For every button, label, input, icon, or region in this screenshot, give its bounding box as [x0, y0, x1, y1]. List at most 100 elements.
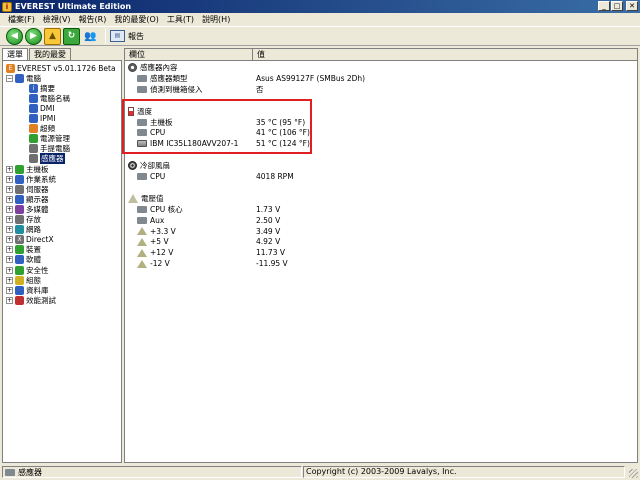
field-label: CPU [150, 128, 166, 138]
section-header[interactable]: 溫度 [125, 106, 637, 117]
tree-node-icon [15, 174, 24, 184]
tree-item[interactable]: + 多媒體 [6, 204, 49, 214]
tree-item[interactable]: DMI [20, 103, 54, 113]
tree-item[interactable]: + 安全性 [6, 265, 49, 275]
expander-icon[interactable]: + [6, 226, 13, 234]
data-row[interactable]: 感應器類型 Asus AS99127F (SMBus 2Dh) [125, 73, 637, 84]
maximize-button[interactable]: □ [611, 1, 623, 11]
data-row[interactable]: CPU 核心 1.73 V [125, 204, 637, 215]
chip-icon [137, 85, 147, 93]
close-button[interactable]: ✕ [626, 1, 638, 11]
tree-item[interactable]: + 顯示器 [6, 194, 49, 204]
menu-file[interactable]: 檔案(F) [4, 14, 39, 25]
forward-button[interactable]: ▶ [25, 27, 42, 45]
tree-item[interactable]: + 網路 [6, 225, 41, 235]
tree-item[interactable]: + 伺服器 [6, 184, 49, 194]
tree-node-icon [15, 164, 24, 174]
field-label: -12 V [150, 259, 170, 269]
field-value: 3.49 V [256, 226, 281, 236]
refresh-button[interactable]: ↻ [63, 27, 80, 45]
data-row[interactable]: CPU 4018 RPM [125, 171, 637, 182]
expander-icon[interactable]: + [6, 286, 13, 294]
field-label: 偵測到機箱侵入 [150, 84, 203, 94]
tree-item[interactable]: IPMI [20, 114, 55, 124]
tree-item[interactable]: + 存放 [6, 215, 41, 225]
section-header[interactable]: 感應器內容 [125, 62, 637, 73]
data-row[interactable]: -12 V -11.95 V [125, 258, 637, 269]
sensor-icon [5, 468, 15, 476]
tree-item[interactable]: + 主機板 [6, 164, 49, 174]
report-button[interactable]: ▤ 報告 [110, 30, 144, 42]
field-value: 35 °C (95 °F) [256, 117, 306, 127]
expander-icon[interactable]: + [6, 276, 13, 284]
expander-icon[interactable]: + [6, 195, 13, 203]
field-value: 1.73 V [256, 204, 281, 214]
expander-icon[interactable]: + [6, 205, 13, 213]
field-label: +5 V [150, 237, 169, 247]
data-row[interactable]: 偵測到機箱侵入 否 [125, 84, 637, 95]
tree-item[interactable]: + 效能測試 [6, 295, 56, 305]
tree-item[interactable]: + X DirectX [6, 235, 54, 245]
tree-item[interactable]: E EVEREST v5.01.1726 Beta [6, 63, 116, 73]
field-label: 感應器類型 [150, 73, 188, 83]
chip-icon [137, 74, 147, 82]
users-button[interactable]: 👥 [82, 27, 99, 45]
menu-help[interactable]: 說明(H) [198, 14, 234, 25]
tree-item[interactable]: + 作業系統 [6, 174, 56, 184]
arrow-left-icon: ◀ [11, 31, 18, 41]
warn-icon [137, 237, 147, 246]
tree-node-icon [15, 194, 24, 204]
menu-view[interactable]: 檢視(V) [39, 14, 75, 25]
data-row[interactable]: Aux 2.50 V [125, 215, 637, 226]
app-icon[interactable]: i [2, 1, 12, 12]
tree-item[interactable]: 手提電腦 [20, 144, 70, 154]
tree-item[interactable]: 電腦名稱 [20, 93, 70, 103]
column-header-value[interactable]: 值 [253, 49, 637, 61]
expander-icon[interactable]: + [6, 236, 13, 244]
tree-item[interactable]: 感應器 [20, 153, 65, 165]
data-row[interactable]: 主機板 35 °C (95 °F) [125, 117, 637, 128]
data-row[interactable]: CPU 41 °C (106 °F) [125, 127, 637, 138]
tree-node-icon [15, 275, 24, 285]
expander-icon[interactable]: + [6, 216, 13, 223]
data-row[interactable]: IBM IC35L180AVV207-1 51 °C (124 °F) [125, 138, 637, 149]
tree-item[interactable]: + 軟體 [6, 255, 41, 265]
tree-item[interactable]: 電源管理 [20, 134, 70, 144]
tab-favorites[interactable]: 我的最愛 [29, 48, 71, 60]
expander-icon[interactable]: + [6, 266, 13, 274]
expander-icon[interactable]: − [6, 74, 13, 82]
expander-icon[interactable]: + [6, 165, 13, 173]
chip-icon [137, 129, 147, 137]
column-header-field[interactable]: 欄位 [125, 49, 253, 61]
up-button[interactable]: ▲ [44, 27, 61, 45]
tree-item[interactable]: i 摘要 [20, 83, 55, 93]
expander-icon[interactable]: + [6, 246, 13, 254]
section-header[interactable]: 電壓值 [125, 193, 637, 204]
tree-item[interactable]: 超頻 [20, 124, 55, 134]
menu-tools[interactable]: 工具(T) [163, 14, 198, 25]
resize-grip[interactable] [629, 469, 638, 478]
expander-icon[interactable]: + [6, 296, 13, 304]
section-header[interactable]: 冷卻風扇 [125, 160, 637, 171]
back-button[interactable]: ◀ [6, 27, 23, 45]
expander-icon[interactable]: + [6, 185, 13, 193]
data-row[interactable]: +12 V 11.73 V [125, 247, 637, 258]
menu-favorites[interactable]: 我的最愛(O) [110, 14, 163, 25]
tree-item[interactable]: + 組態 [6, 275, 41, 285]
expander-icon[interactable]: + [6, 175, 13, 183]
tree-item-label: DirectX [26, 235, 54, 245]
data-row[interactable]: +5 V 4.92 V [125, 236, 637, 247]
refresh-icon: ↻ [67, 31, 76, 41]
tree-item[interactable]: − 電腦 [6, 73, 41, 83]
tree-node-icon [15, 225, 24, 235]
fan-icon [128, 161, 137, 171]
tree-item[interactable]: + 裝置 [6, 245, 41, 255]
tree-item[interactable]: + 資料庫 [6, 285, 49, 295]
minimize-button[interactable]: _ [598, 1, 610, 11]
expander-icon[interactable]: + [6, 256, 13, 264]
tree-node-icon [15, 215, 24, 224]
menu-report[interactable]: 報告(R) [75, 14, 111, 25]
tab-menu[interactable]: 選單 [2, 48, 28, 60]
data-row[interactable]: +3.3 V 3.49 V [125, 226, 637, 237]
status-left-text: 感應器 [18, 467, 42, 477]
